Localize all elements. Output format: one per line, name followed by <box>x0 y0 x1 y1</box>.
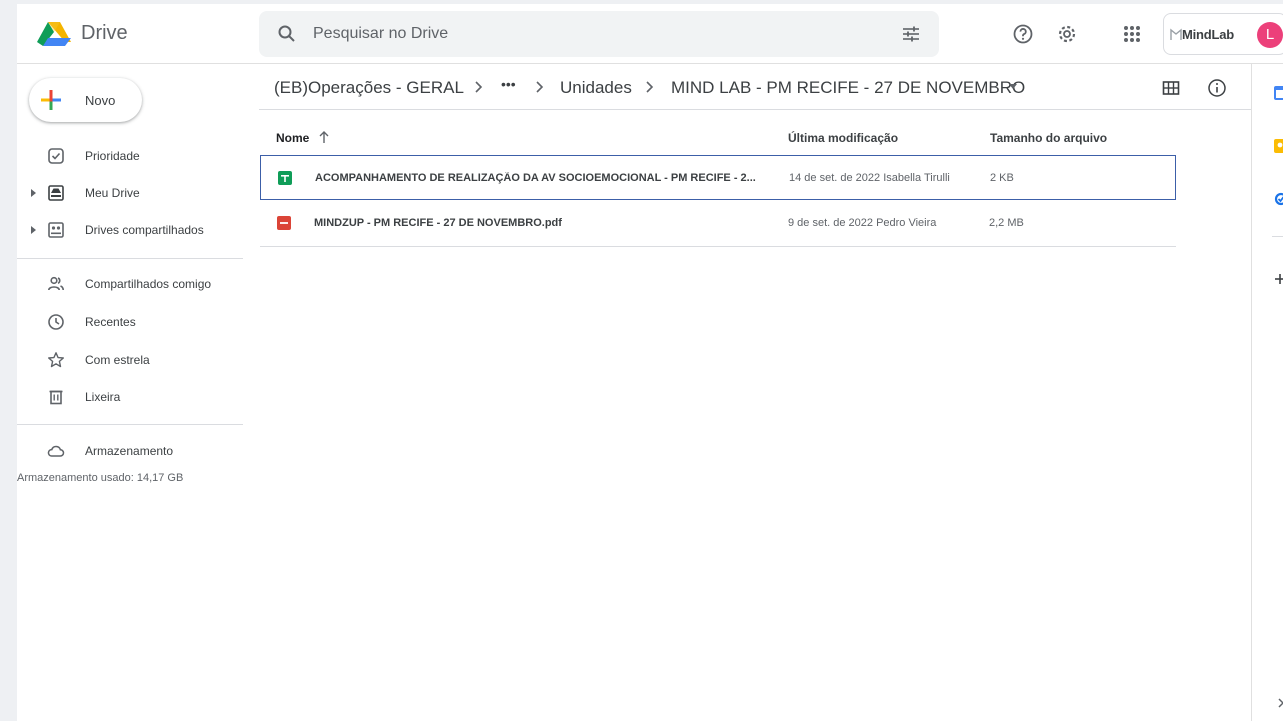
sidebar-item-meu-drive[interactable]: Meu Drive <box>17 177 247 209</box>
star-icon <box>48 352 64 368</box>
file-size: 2,2 MB <box>989 217 1024 229</box>
file-modified: 9 de set. de 2022 Pedro Vieira <box>788 217 937 229</box>
apps-grid-icon[interactable] <box>1120 22 1144 46</box>
sort-ascending-icon[interactable] <box>318 130 330 144</box>
sidebar-item-recentes[interactable]: Recentes <box>17 306 247 338</box>
trash-icon <box>49 390 63 405</box>
sidebar-item-label: Recentes <box>85 315 136 329</box>
new-button-label: Novo <box>85 93 116 108</box>
help-icon[interactable] <box>1011 22 1035 46</box>
search-bar[interactable] <box>259 11 939 57</box>
chevron-right-icon <box>475 81 483 93</box>
tasks-icon[interactable] <box>1274 192 1283 206</box>
drive-logo-icon[interactable] <box>37 22 71 46</box>
side-panel <box>1251 64 1283 721</box>
sheets-icon <box>278 171 292 185</box>
expand-arrow-icon[interactable] <box>29 224 37 236</box>
file-name: MINDZUP - PM RECIFE - 27 DE NOVEMBRO.pdf <box>314 217 562 229</box>
dropdown-arrow-icon[interactable] <box>1008 84 1018 90</box>
org-logo-icon <box>1170 28 1182 40</box>
settings-icon[interactable] <box>1055 22 1079 46</box>
row-divider <box>260 246 1176 247</box>
sidebar-item-lixeira[interactable]: Lixeira <box>17 381 247 413</box>
file-name: ACOMPANHAMENTO DE REALIZAÇÃO DA AV SOCIO… <box>315 172 756 184</box>
file-modified: 14 de set. de 2022 Isabella Tirulli <box>789 172 950 184</box>
drive-window: Drive Pesquisar no Drive MindLab L Novo … <box>17 4 1283 721</box>
chevron-right-icon[interactable] <box>1274 696 1283 710</box>
sidebar-divider <box>17 258 243 259</box>
keep-icon[interactable] <box>1274 139 1283 153</box>
clock-icon <box>48 314 64 330</box>
breadcrumb-current-folder[interactable]: MIND LAB - PM RECIFE - 27 DE NOVEMBRO <box>671 78 1025 98</box>
breadcrumb-item-unidades[interactable]: Unidades <box>560 78 632 98</box>
plus-icon[interactable] <box>1274 272 1283 286</box>
shared-drives-icon <box>48 222 64 238</box>
main-divider <box>259 109 1251 110</box>
filter-options-icon[interactable] <box>901 24 921 44</box>
sidebar-item-label: Drives compartilhados <box>85 223 204 237</box>
avatar[interactable]: L <box>1257 22 1283 48</box>
shared-with-me-icon <box>48 276 64 291</box>
brand-name[interactable]: Drive <box>81 22 128 45</box>
calendar-icon[interactable] <box>1274 86 1283 100</box>
file-size: 2 KB <box>990 172 1014 184</box>
storage-used-text: Armazenamento usado: 14,17 GB <box>17 472 184 484</box>
cloud-icon <box>47 445 65 457</box>
sidebar-item-label: Armazenamento <box>85 444 174 458</box>
column-header-name[interactable]: Nome <box>276 131 329 145</box>
breadcrumb-item-geral[interactable]: (EB)Operações - GERAL <box>274 78 464 98</box>
sidebar-divider <box>17 424 243 425</box>
plus-icon <box>41 90 61 110</box>
side-panel-divider <box>1272 236 1283 237</box>
sidebar-item-label: Com estrela <box>85 353 150 367</box>
sidebar-item-label: Meu Drive <box>85 186 140 200</box>
expand-arrow-icon[interactable] <box>29 187 37 199</box>
column-header-modified[interactable]: Última modificação <box>788 131 898 145</box>
top-bar: Drive Pesquisar no Drive MindLab L <box>17 4 1283 64</box>
sidebar-item-com-estrela[interactable]: Com estrela <box>17 344 247 376</box>
sidebar-item-prioridade[interactable]: Prioridade <box>17 140 247 172</box>
org-label: MindLab <box>1182 27 1235 42</box>
breadcrumb-more[interactable]: ••• <box>501 76 516 92</box>
sidebar-item-label: Lixeira <box>85 390 121 404</box>
chevron-right-icon <box>646 81 654 93</box>
pdf-icon <box>277 216 291 230</box>
priority-check-icon <box>48 148 64 164</box>
sidebar-item-label: Compartilhados comigo <box>85 277 212 291</box>
table-row[interactable]: ACOMPANHAMENTO DE REALIZAÇÃO DA AV SOCIO… <box>260 155 1176 200</box>
table-row[interactable]: MINDZUP - PM RECIFE - 27 DE NOVEMBRO.pdf… <box>260 201 1176 246</box>
sidebar-item-label: Prioridade <box>85 149 140 163</box>
grid-view-icon[interactable] <box>1161 78 1181 98</box>
sidebar: Novo Prioridade Meu Drive Drives compart… <box>17 64 247 721</box>
my-drive-icon <box>48 185 64 201</box>
new-button[interactable]: Novo <box>29 78 142 122</box>
chevron-right-icon <box>536 81 544 93</box>
search-input[interactable] <box>313 11 873 57</box>
sidebar-item-armazenamento[interactable]: Armazenamento <box>17 435 247 467</box>
sidebar-item-drives-compartilhados[interactable]: Drives compartilhados <box>17 214 247 246</box>
column-header-size[interactable]: Tamanho do arquivo <box>990 131 1107 145</box>
info-icon[interactable] <box>1207 78 1227 98</box>
search-icon[interactable] <box>277 24 297 44</box>
sidebar-item-compartilhados-comigo[interactable]: Compartilhados comigo <box>17 268 247 300</box>
